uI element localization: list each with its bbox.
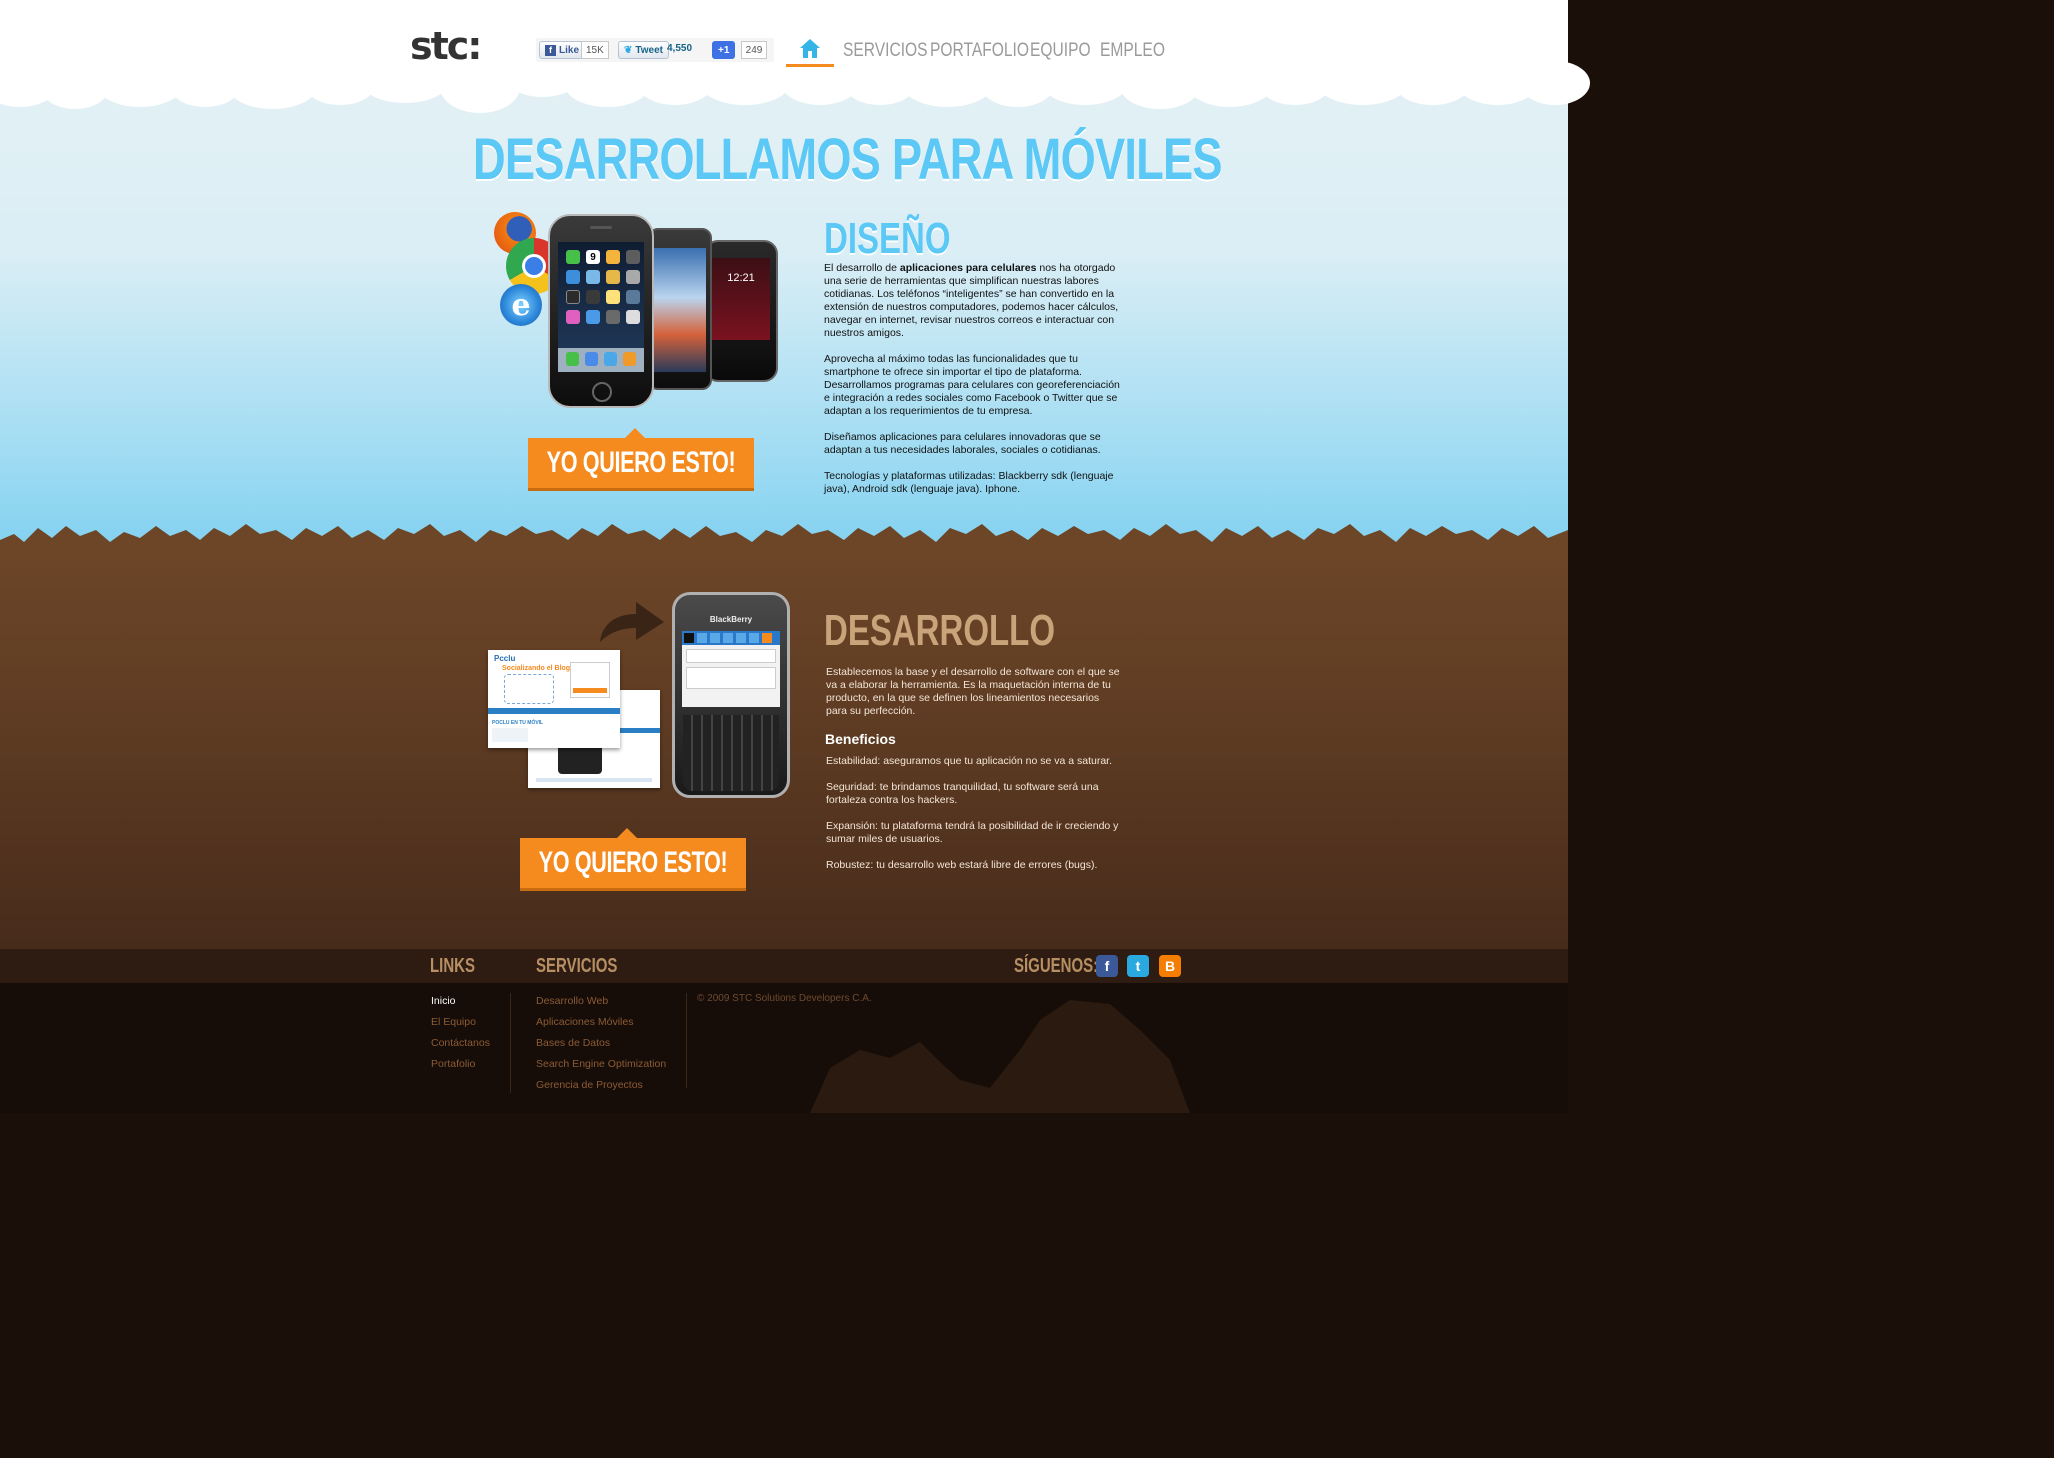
facebook-like-button[interactable]: f Like	[539, 41, 586, 59]
tweet-button[interactable]: ❦ Tweet	[618, 41, 669, 59]
plusone-count: 249	[741, 41, 767, 59]
arrow-icon	[600, 602, 664, 642]
cta-button-diseno[interactable]: YO QUIERO ESTO!	[528, 438, 754, 488]
tweet-count: 4,550	[667, 43, 693, 54]
blackberry-keyboard	[683, 715, 779, 791]
footer-link-el-equipo[interactable]: El Equipo	[431, 1016, 490, 1037]
iphone-image: 9	[548, 214, 654, 408]
footer-link-gerencia-de-proyectos[interactable]: Gerencia de Proyectos	[536, 1079, 666, 1100]
footer-link-desarrollo-web[interactable]: Desarrollo Web	[536, 995, 666, 1016]
facebook-icon[interactable]: f	[1096, 955, 1118, 977]
footer-link-portafolio[interactable]: Portafolio	[431, 1058, 490, 1079]
stc-logo[interactable]: stc:	[410, 24, 483, 68]
copyright-text: © 2009 STC Solutions Developers C.A.	[697, 993, 872, 1004]
benefit-item: Expansión: tu plataforma tendrá la posib…	[826, 820, 1119, 845]
desarrollo-paragraph-1: Establecemos la base y el desarrollo de …	[826, 666, 1120, 717]
footer-link-aplicaciones-moviles[interactable]: Aplicaciones Móviles	[536, 1016, 666, 1037]
cta-button-desarrollo[interactable]: YO QUIERO ESTO!	[520, 838, 746, 888]
benefit-item: Seguridad: te brindamos tranquilidad, tu…	[826, 781, 1099, 806]
signup-box	[570, 662, 610, 698]
section-heading-diseno: DISEÑO	[824, 214, 951, 263]
benefit-item: Estabilidad: aseguramos que tu aplicació…	[826, 755, 1113, 767]
desarrollo-body: Establecemos la base y el desarrollo de …	[826, 666, 1120, 731]
cloud-edge	[0, 55, 1590, 115]
twitter-icon[interactable]: t	[1127, 955, 1149, 977]
facebook-icon: f	[545, 44, 556, 56]
benefits-title: Beneficios	[825, 731, 896, 747]
section-heading-desarrollo: DESARROLLO	[824, 606, 1055, 655]
blackberry-storm-image: 12:21	[704, 240, 778, 382]
diseno-paragraph-1: El desarrollo de aplicaciones para celul…	[824, 262, 1119, 339]
footer-divider	[510, 993, 511, 1093]
blackberry-curve-image: BlackBerry	[672, 592, 790, 798]
diseno-paragraph-2: Aprovecha al máximo todas las funcionali…	[824, 353, 1120, 417]
footer-link-bases-de-datos[interactable]: Bases de Datos	[536, 1037, 666, 1058]
internet-explorer-icon: e	[500, 284, 542, 326]
benefit-item: Robustez: tu desarrollo web estará libre…	[826, 859, 1098, 871]
benefits-list: Estabilidad: aseguramos que tu aplicació…	[826, 755, 1120, 885]
footer-link-seo[interactable]: Search Engine Optimization	[536, 1058, 666, 1079]
diseno-body: El desarrollo de aplicaciones para celul…	[824, 262, 1120, 509]
website-mockup-front: Pcclu Socializando el Blog POCLU EN TU M…	[488, 650, 620, 748]
nav-portafolio[interactable]: PORTAFOLIO	[930, 40, 1029, 62]
page-title: DESARROLLAMOS PARA MÓVILES	[473, 127, 1223, 192]
diseno-paragraph-4: Tecnologías y plataformas utilizadas: Bl…	[824, 470, 1114, 495]
like-count: 15K	[581, 41, 609, 59]
nav-empleo[interactable]: EMPLEO	[1100, 40, 1165, 62]
footer-follow-heading: SÍGUENOS:	[1014, 955, 1099, 977]
samsung-galaxy-image	[648, 228, 712, 390]
nav-equipo[interactable]: EQUIPO	[1030, 40, 1091, 62]
footer-servicios-list: Desarrollo Web Aplicaciones Móviles Base…	[536, 995, 666, 1100]
footer-links-heading: LINKS	[430, 955, 475, 977]
nav-servicios[interactable]: SERVICIOS	[843, 40, 928, 62]
iphone-speaker	[590, 226, 612, 229]
blogger-icon[interactable]: B	[1159, 955, 1181, 977]
footer-divider	[686, 993, 687, 1088]
home-icon	[800, 39, 820, 58]
google-plusone-button[interactable]: +1	[712, 41, 736, 59]
nav-home[interactable]	[786, 34, 834, 68]
footer-link-inicio[interactable]: Inicio	[431, 995, 490, 1016]
rock-silhouette	[810, 1000, 1190, 1113]
footer-servicios-heading: SERVICIOS	[536, 955, 618, 977]
footer-links-list: Inicio El Equipo Contáctanos Portafolio	[431, 995, 490, 1079]
nav-active-indicator	[786, 64, 834, 67]
iphone-home-button	[592, 382, 612, 402]
footer-header-bar	[0, 949, 1568, 983]
twitter-bird-icon: ❦	[624, 44, 633, 56]
jagged-edge	[0, 524, 1568, 560]
footer-link-contactanos[interactable]: Contáctanos	[431, 1037, 490, 1058]
diseno-paragraph-3: Diseñamos aplicaciones para celulares in…	[824, 431, 1101, 456]
